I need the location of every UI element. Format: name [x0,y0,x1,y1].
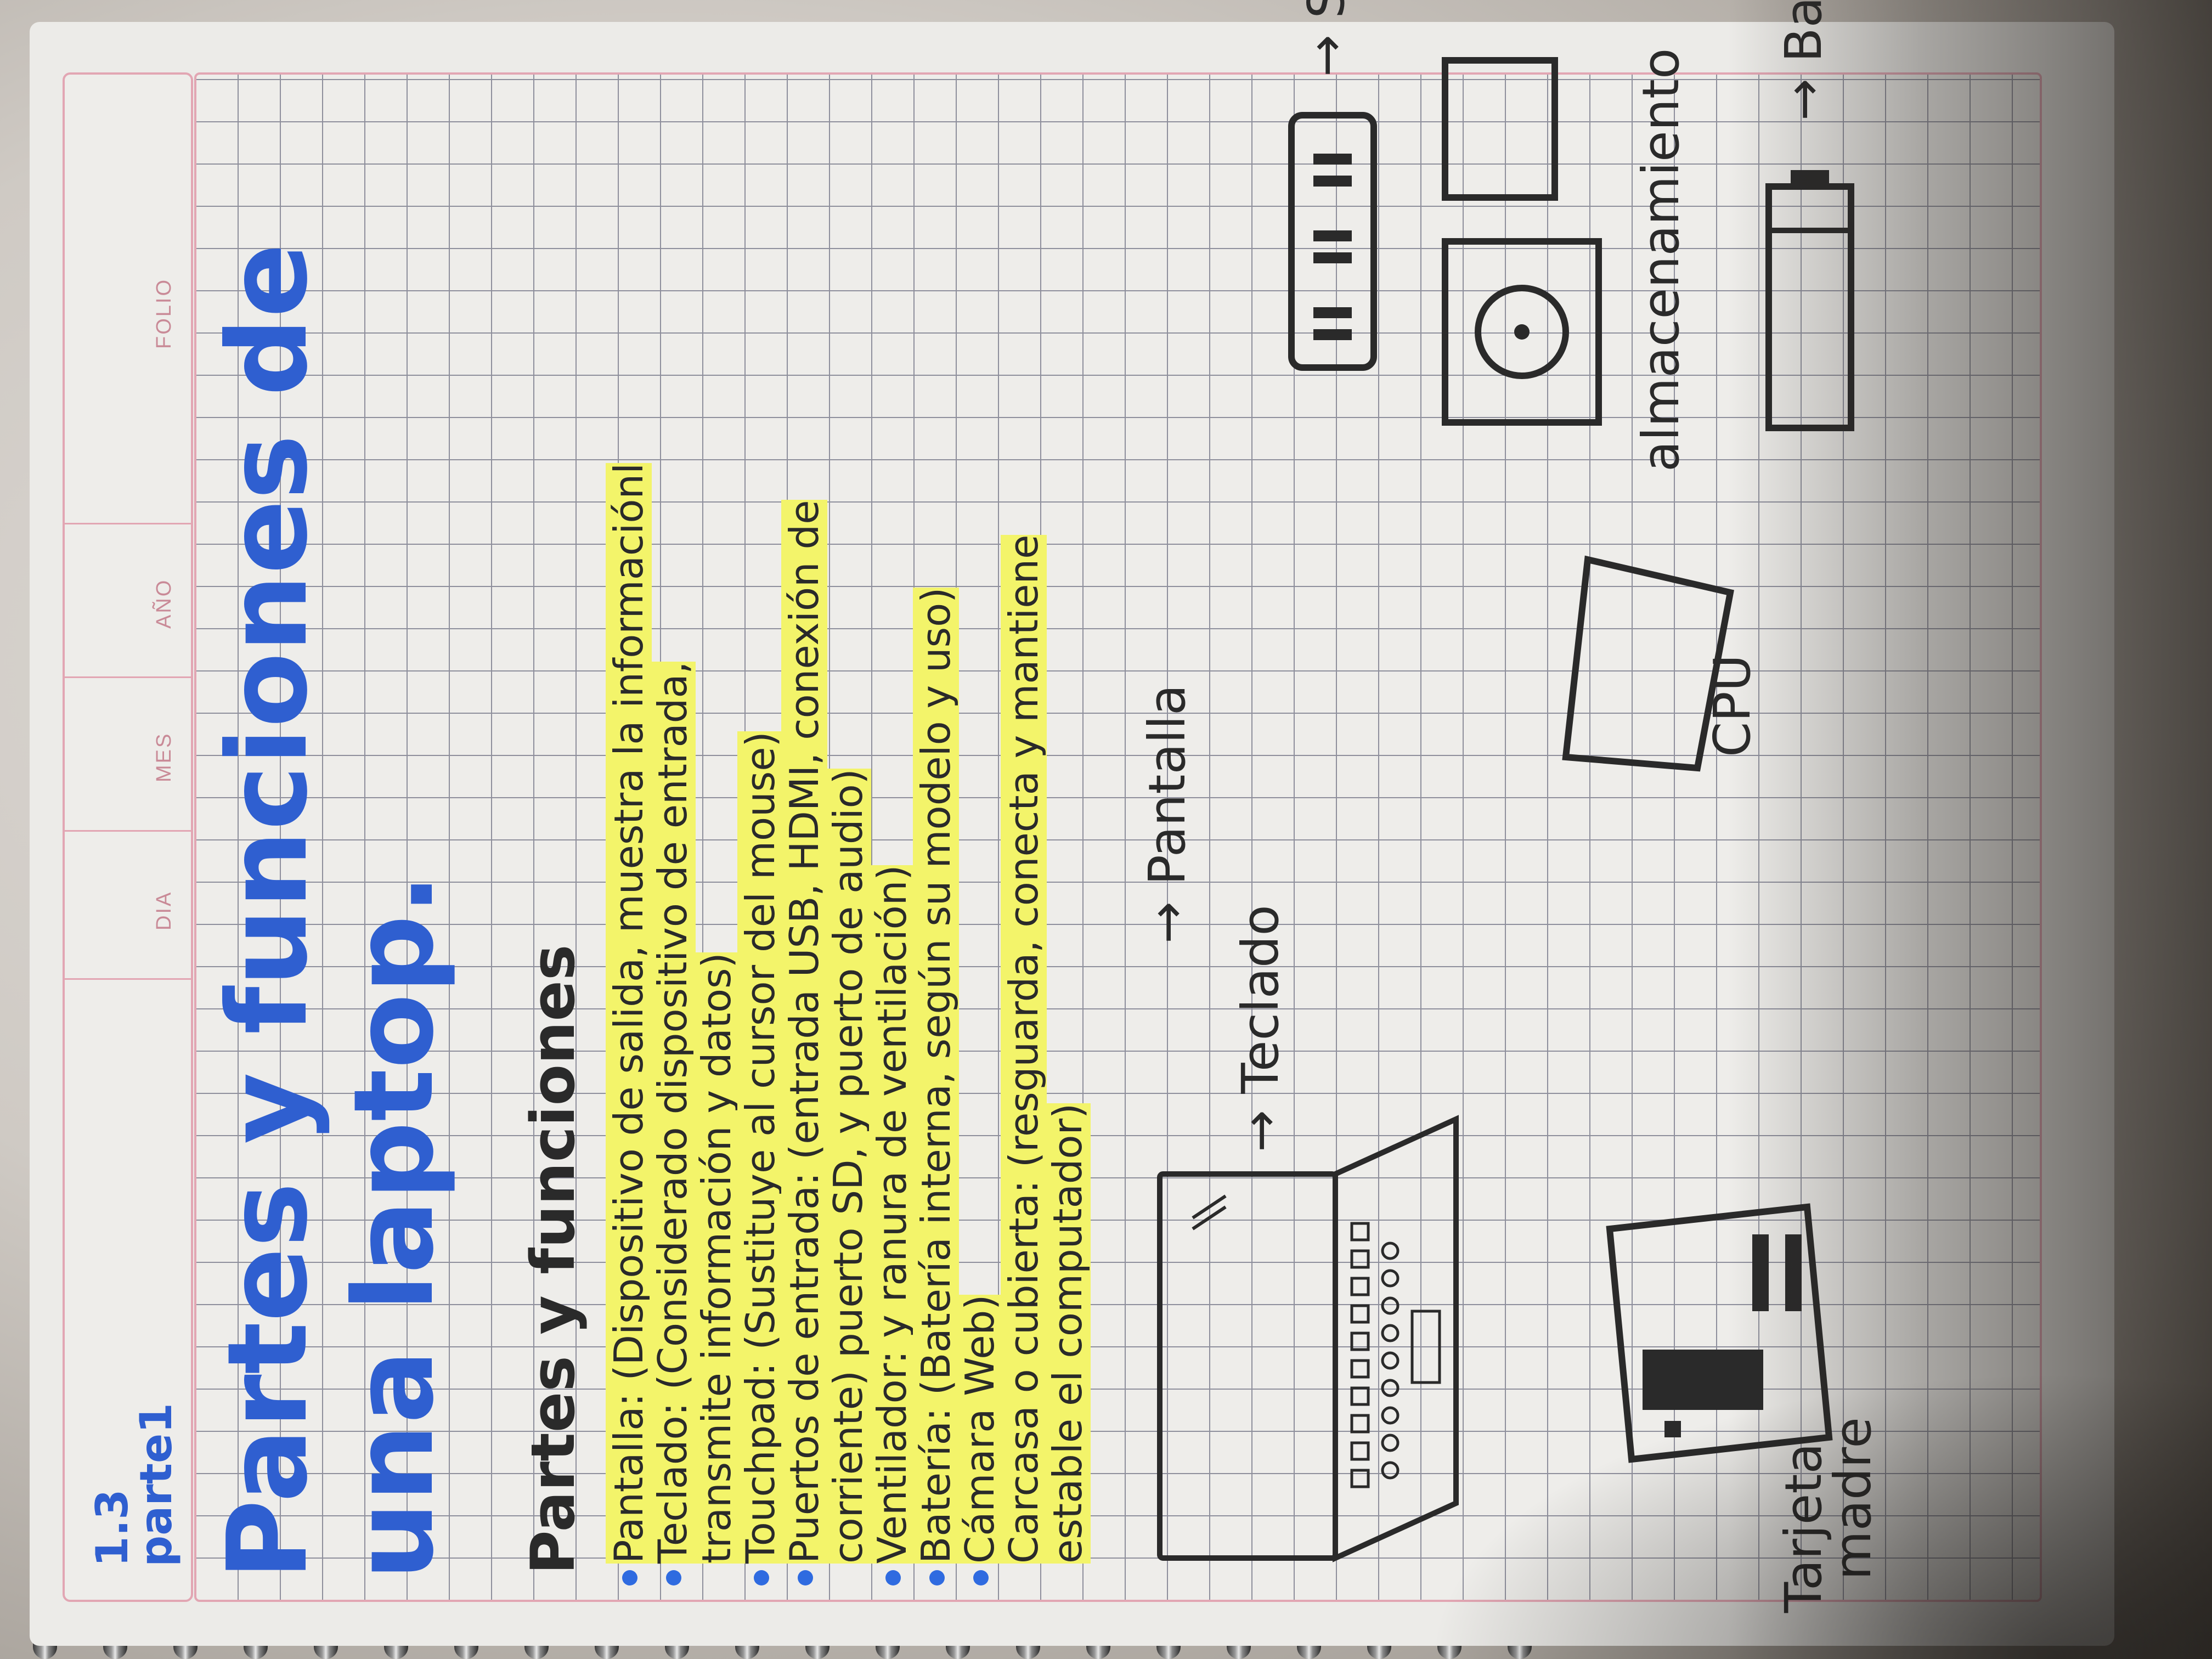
bullet-dot [929,1570,945,1585]
bullet-dot [666,1570,681,1585]
label-cpu: CPU [1703,654,1762,757]
bullet-dot [622,1570,637,1585]
label-pantalla: → Pantalla [1138,684,1197,944]
label-teclado: → Teclado [1231,905,1290,1152]
section-subtitle: parte1 [131,1403,182,1567]
sdram-drawing [1288,112,1377,371]
note-pantalla: Pantalla: (Dispositivo de salida, muestr… [606,462,652,1564]
note-carcasa: Carcasa o cubierta: (resguarda, conecta … [1001,534,1047,1564]
bullet-dot [798,1570,813,1585]
notebook-page: DIA MES AÑO FOLIO 1.3 parte1 Partes y fu… [30,0,2186,1646]
storage-drawing [1442,57,1602,426]
note-camara: Cámara Web) [957,1294,1003,1564]
page-title-line2: una laptop. [330,873,458,1580]
note-bateria: Batería: (Batería interna, según su mode… [913,587,959,1564]
laptop-drawing [1157,1115,1459,1562]
dia-label: DIA [153,890,176,930]
mes-label: MES [153,732,176,782]
folio-label: FOLIO [153,278,176,349]
note-puertos: Puertos de entrada: (entrada USB, HDMI, … [781,500,827,1564]
note-touchpad: Touchpad: (Sustituye al cursor del mouse… [737,731,783,1564]
photo-scene: DIA MES AÑO FOLIO 1.3 parte1 Partes y fu… [0,0,2212,1659]
note-carcasa-cont: estable el computador) [1045,1103,1091,1564]
bullet-dot [754,1570,769,1585]
note-teclado-cont: transmite información y datos) [693,952,740,1564]
ano-label: AÑO [153,578,176,629]
note-teclado: Teclado: (Considerado dispositivo de ent… [650,661,696,1564]
battery-drawing [1765,170,1854,431]
page-title-line1: Partes y funciones de [204,243,332,1580]
section-heading: Partes y funciones [518,944,588,1575]
label-almacenamiento: almacenamiento [1632,48,1690,472]
note-puertos-cont: corriente) puerto SD, y puerto de audio) [825,769,871,1564]
label-sdram: → SDRAM [1297,0,1356,77]
note-ventilador: Ventilador: y ranura de ventilación) [869,865,915,1564]
bullet-dot [973,1570,989,1585]
label-bateria: → Batería [1774,0,1833,121]
bullet-dot [885,1570,901,1585]
date-header-band: DIA MES AÑO FOLIO 1.3 parte1 [63,72,193,1602]
motherboard-drawing [1606,1203,1833,1463]
label-tarjeta-madre-2: madre [1824,1417,1882,1580]
